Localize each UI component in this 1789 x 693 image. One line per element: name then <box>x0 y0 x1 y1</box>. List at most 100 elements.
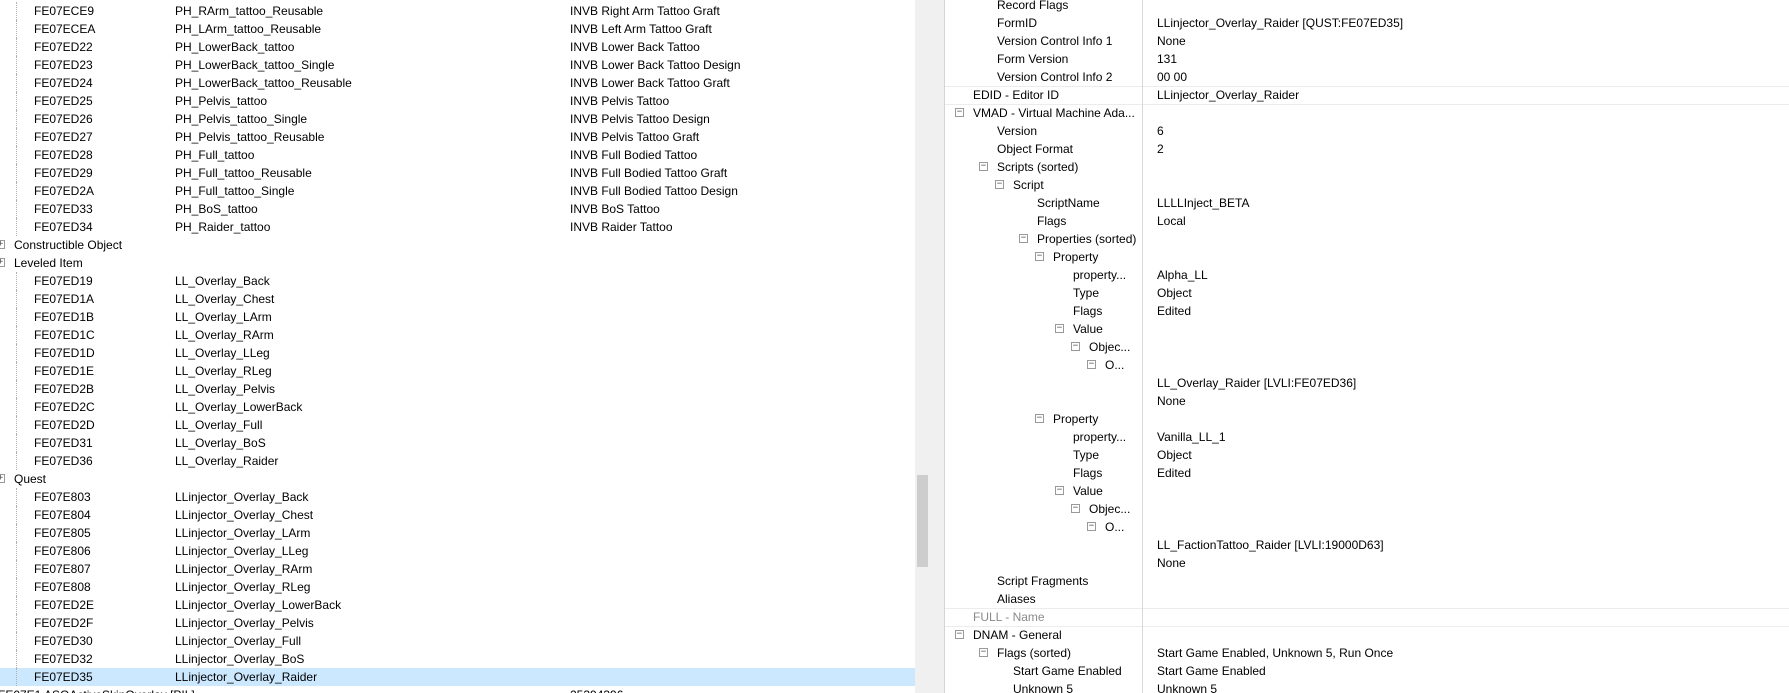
record-row[interactable]: FE07E805 LLinjector_Overlay_LArm <box>0 524 915 542</box>
record-row[interactable]: FE07ED1D LL_Overlay_LLeg <box>0 344 915 362</box>
field-value[interactable]: Unknown 5 <box>1157 680 1217 693</box>
record-row[interactable]: FE07ED2E LLinjector_Overlay_LowerBack <box>0 596 915 614</box>
minus-box-icon[interactable]: − <box>1087 522 1096 531</box>
record-row[interactable]: FE07E807 LLinjector_Overlay_RArm <box>0 560 915 578</box>
pane-splitter[interactable] <box>930 0 944 693</box>
field-value[interactable]: LL_Overlay_Raider [LVLI:FE07ED36] <box>1157 374 1356 392</box>
field-value[interactable]: None <box>1157 392 1186 410</box>
record-field-row[interactable]: − Properties (sorted) <box>945 230 1789 248</box>
record-field-row[interactable]: − Value <box>945 320 1789 338</box>
record-field-row[interactable]: − O... <box>945 356 1789 374</box>
record-field-row[interactable]: − Flags (sorted) Start Game Enabled, Unkno… <box>945 644 1789 662</box>
record-field-row[interactable]: LL_FactionTattoo_Raider [LVLI:19000D63] <box>945 536 1789 554</box>
field-value[interactable]: Alpha_LL <box>1157 266 1208 284</box>
record-field-row[interactable]: − Objec... <box>945 500 1789 518</box>
record-field-row[interactable]: Record Flags <box>945 0 1789 14</box>
record-row[interactable]: FE07ED30 LLinjector_Overlay_Full <box>0 632 915 650</box>
field-value[interactable]: Start Game Enabled <box>1157 662 1266 680</box>
partial-row[interactable]: FE07E1 ASOActiveSkinOverlay [PIL] 2539439… <box>0 686 915 693</box>
record-group-row[interactable]: + Quest <box>0 470 915 488</box>
record-field-row[interactable]: Start Game Enabled Start Game Enabled <box>945 662 1789 680</box>
field-value[interactable]: Edited <box>1157 302 1191 320</box>
record-field-row[interactable]: LL_Overlay_Raider [LVLI:FE07ED36] <box>945 374 1789 392</box>
field-value[interactable]: Object <box>1157 284 1192 302</box>
minus-box-icon[interactable]: − <box>1019 234 1028 243</box>
field-value[interactable]: 00 00 <box>1157 68 1187 86</box>
record-field-row[interactable]: − Property <box>945 248 1789 266</box>
record-field-row[interactable]: Unknown 5 Unknown 5 <box>945 680 1789 693</box>
record-row[interactable]: FE07E806 LLinjector_Overlay_LLeg <box>0 542 915 560</box>
field-value[interactable]: 6 <box>1157 122 1164 140</box>
minus-box-icon[interactable]: − <box>1055 486 1064 495</box>
minus-box-icon[interactable]: − <box>1071 342 1080 351</box>
record-field-row[interactable]: FULL - Name <box>945 608 1789 626</box>
field-value[interactable]: Edited <box>1157 464 1191 482</box>
record-row[interactable]: FE07ED31 LL_Overlay_BoS <box>0 434 915 452</box>
minus-box-icon[interactable]: − <box>979 648 988 657</box>
minus-box-icon[interactable]: − <box>1087 360 1096 369</box>
record-row[interactable]: FE07ECEA PH_LArm_tattoo_Reusable INVB Left… <box>0 20 915 38</box>
record-row[interactable]: FE07E803 LLinjector_Overlay_Back <box>0 488 915 506</box>
field-value[interactable]: LLinjector_Overlay_Raider [QUST:FE07ED35… <box>1157 14 1403 32</box>
record-row[interactable]: FE07ED2F LLinjector_Overlay_Pelvis <box>0 614 915 632</box>
record-list-pane[interactable]: FE07ECE9 PH_RArm_tattoo_Reusable INVB Righ… <box>0 0 915 693</box>
record-field-row[interactable]: − Scripts (sorted) <box>945 158 1789 176</box>
record-field-row[interactable]: Script Fragments <box>945 572 1789 590</box>
record-field-row[interactable]: Version 6 <box>945 122 1789 140</box>
record-row[interactable]: FE07ED23 PH_LowerBack_tattoo_Single INVB L… <box>0 56 915 74</box>
minus-box-icon[interactable]: − <box>1071 504 1080 513</box>
record-field-row[interactable]: ScriptName LLLLInject_BETA <box>945 194 1789 212</box>
field-value[interactable]: Vanilla_LL_1 <box>1157 428 1226 446</box>
record-field-row[interactable]: EDID - Editor ID LLinjector_Overlay_Raide… <box>945 86 1789 104</box>
record-field-row[interactable]: − DNAM - General <box>945 626 1789 644</box>
field-value[interactable]: Local <box>1157 212 1186 230</box>
record-field-row[interactable]: Type Object <box>945 446 1789 464</box>
record-field-row[interactable]: Flags Local <box>945 212 1789 230</box>
field-value[interactable]: LLinjector_Overlay_Raider <box>1157 86 1299 104</box>
record-row[interactable]: FE07ECE9 PH_RArm_tattoo_Reusable INVB Righ… <box>0 2 915 20</box>
record-field-row[interactable]: − Objec... <box>945 338 1789 356</box>
record-view-column-divider[interactable] <box>1142 0 1143 693</box>
record-row[interactable]: FE07ED28 PH_Full_tattoo INVB Full Bodied T… <box>0 146 915 164</box>
field-value[interactable]: Object <box>1157 446 1192 464</box>
record-row[interactable]: FE07E804 LLinjector_Overlay_Chest <box>0 506 915 524</box>
record-field-row[interactable]: Type Object <box>945 284 1789 302</box>
record-row[interactable]: FE07ED34 PH_Raider_tattoo INVB Raider Tatt… <box>0 218 915 236</box>
record-row[interactable]: FE07ED2C LL_Overlay_LowerBack <box>0 398 915 416</box>
record-field-row[interactable]: Flags Edited <box>945 464 1789 482</box>
record-row[interactable]: FE07ED19 LL_Overlay_Back <box>0 272 915 290</box>
record-field-row[interactable]: − Value <box>945 482 1789 500</box>
record-group-row[interactable]: + Constructible Object <box>0 236 915 254</box>
minus-box-icon[interactable]: − <box>995 180 1004 189</box>
record-field-row[interactable]: − VMAD - Virtual Machine Ada... <box>945 104 1789 122</box>
record-row[interactable]: FE07ED36 LL_Overlay_Raider <box>0 452 915 470</box>
record-row[interactable]: FE07ED1A LL_Overlay_Chest <box>0 290 915 308</box>
field-value[interactable]: None <box>1157 554 1186 572</box>
minus-box-icon[interactable]: − <box>1035 414 1044 423</box>
minus-box-icon[interactable]: − <box>979 162 988 171</box>
minus-box-icon[interactable]: − <box>1055 324 1064 333</box>
plus-box-icon[interactable]: + <box>0 474 5 483</box>
minus-box-icon[interactable]: − <box>1035 252 1044 261</box>
record-row[interactable]: FE07ED2D LL_Overlay_Full <box>0 416 915 434</box>
record-field-row[interactable]: Version Control Info 1 None <box>945 32 1789 50</box>
record-row[interactable]: FE07ED2A PH_Full_tattoo_Single INVB Full B… <box>0 182 915 200</box>
record-field-row[interactable]: Version Control Info 2 00 00 <box>945 68 1789 86</box>
record-field-row[interactable]: Aliases <box>945 590 1789 608</box>
record-group-row[interactable]: + Leveled Item <box>0 254 915 272</box>
record-list-scroll-thumb[interactable] <box>917 475 928 567</box>
record-field-row[interactable]: Object Format 2 <box>945 140 1789 158</box>
field-value[interactable]: 131 <box>1157 50 1177 68</box>
record-row[interactable]: FE07ED2B LL_Overlay_Pelvis <box>0 380 915 398</box>
record-row[interactable]: FE07ED33 PH_BoS_tattoo INVB BoS Tattoo <box>0 200 915 218</box>
record-row[interactable]: FE07ED1E LL_Overlay_RLeg <box>0 362 915 380</box>
record-row[interactable]: FE07E808 LLinjector_Overlay_RLeg <box>0 578 915 596</box>
record-row[interactable]: FE07ED29 PH_Full_tattoo_Reusable INVB Full… <box>0 164 915 182</box>
field-value[interactable]: LL_FactionTattoo_Raider [LVLI:19000D63] <box>1157 536 1384 554</box>
plus-box-icon[interactable]: + <box>0 258 5 267</box>
minus-box-icon[interactable]: − <box>955 108 964 117</box>
record-field-row[interactable]: property... Alpha_LL <box>945 266 1789 284</box>
minus-box-icon[interactable]: − <box>955 630 964 639</box>
record-field-row[interactable]: − O... <box>945 518 1789 536</box>
record-row[interactable]: FE07ED22 PH_LowerBack_tattoo INVB Lower Ba… <box>0 38 915 56</box>
